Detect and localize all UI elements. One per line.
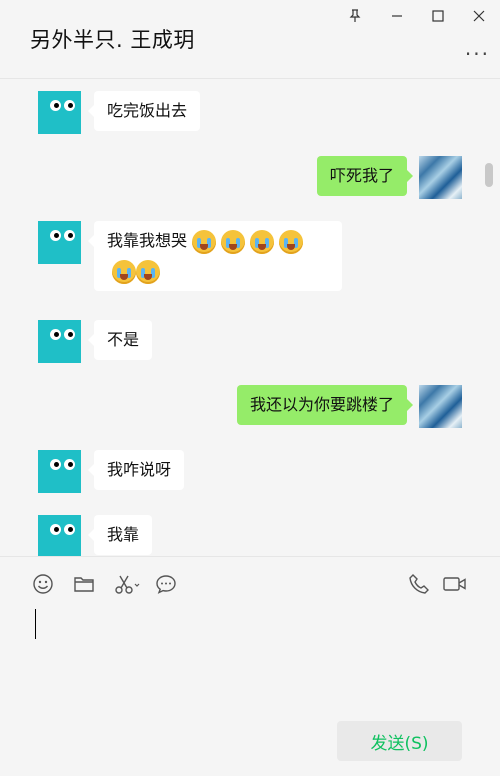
pin-icon[interactable] [344,6,366,26]
text-cursor [35,609,36,639]
send-button[interactable]: 发送(S) [337,721,462,761]
message-text: 我靠我想哭 [107,231,188,250]
contact-avatar[interactable] [38,221,81,264]
minimize-icon[interactable] [386,6,408,26]
incoming-message[interactable]: 我靠我想哭 [88,221,342,291]
crying-emoji-icon [112,259,136,284]
crying-emoji-icon [192,229,217,254]
incoming-message[interactable]: 不是 [87,320,153,360]
crying-emoji-icon [221,229,246,254]
crying-emoji-icon [136,259,160,284]
outgoing-message[interactable]: 我还以为你要跳楼了 [236,385,414,425]
my-avatar[interactable] [419,385,462,428]
contact-avatar[interactable] [38,450,81,493]
more-options-button[interactable]: ... [465,36,490,60]
outgoing-message[interactable]: 吓死我了 [316,156,414,196]
chat-title: 另外半只. 王成玥 [30,28,195,52]
incoming-message[interactable]: 我靠 [87,515,153,555]
contact-avatar[interactable] [38,91,81,134]
phone-icon[interactable] [406,571,432,597]
folder-icon[interactable] [71,571,97,597]
contact-avatar[interactable] [38,515,81,556]
close-icon[interactable] [468,6,490,26]
maximize-icon[interactable] [427,6,449,26]
chat-history[interactable]: 吃完饭出去 吓死我了 我靠我想哭 不是 我还以为你要跳楼了 我咋说呀 我靠 [0,79,500,556]
crying-emoji-icon [279,229,304,254]
emoji-icon[interactable] [30,571,56,597]
chat-bubble-icon[interactable] [153,571,179,597]
incoming-message[interactable]: 我咋说呀 [87,450,185,490]
my-avatar[interactable] [419,156,462,199]
contact-avatar[interactable] [38,320,81,363]
incoming-message[interactable]: 吃完饭出去 [87,91,201,131]
scrollbar-thumb[interactable] [485,163,493,187]
crying-emoji-icon [250,229,275,254]
scissors-icon[interactable] [112,571,142,597]
message-compose-area[interactable]: 发送(S) [0,557,500,776]
video-call-icon[interactable] [441,571,469,597]
title-bar: 另外半只. 王成玥 ... [0,0,500,79]
